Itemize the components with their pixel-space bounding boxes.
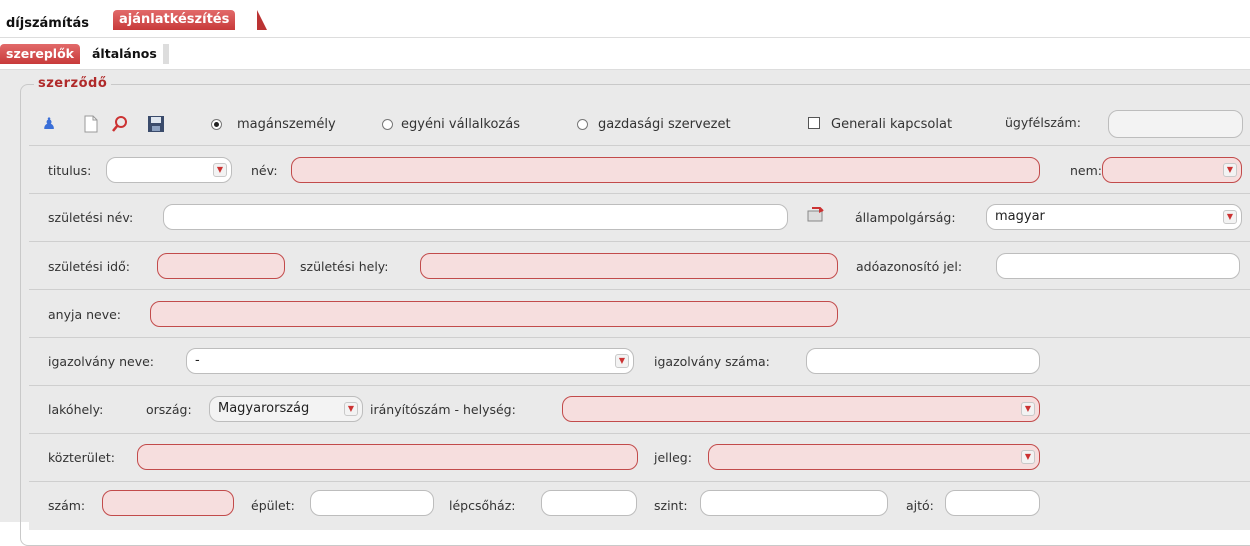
titulus-select[interactable]: ▼ xyxy=(106,157,232,183)
copy-name-icon[interactable] xyxy=(806,205,824,223)
client-id-label: ügyfélszám: xyxy=(1005,115,1081,130)
tab-szereplok[interactable]: szereplők xyxy=(0,44,80,64)
lakohely-label: lakóhely: xyxy=(48,402,104,417)
radio-egyeni-vallalkozas-label: egyéni vállalkozás xyxy=(401,117,520,132)
radio-egyeni-vallalkozas[interactable] xyxy=(382,119,393,130)
igazolvany-szama-input[interactable] xyxy=(806,348,1040,374)
tab-ajanlatkeszites[interactable]: ajánlatkészítés xyxy=(113,10,236,30)
people-icon[interactable]: ♟ xyxy=(40,115,58,133)
orszag-label: ország: xyxy=(146,402,192,417)
szuletesi-hely-input[interactable] xyxy=(420,253,838,279)
titulus-label: titulus: xyxy=(48,163,92,178)
chevron-down-icon: ▼ xyxy=(344,402,358,416)
nev-label: név: xyxy=(251,163,278,178)
allampolgarsag-label: állampolgárság: xyxy=(855,210,956,225)
szint-input[interactable] xyxy=(700,490,888,516)
main-tab-bar: díjszámítás ajánlatkészítés xyxy=(0,0,1250,38)
lepcsohaz-input[interactable] xyxy=(541,490,637,516)
jelleg-label: jelleg: xyxy=(654,450,692,465)
szuletesi-ido-input[interactable] xyxy=(157,253,285,279)
radio-gazdasagi-szervezet[interactable] xyxy=(577,119,588,130)
ajto-label: ajtó: xyxy=(906,498,934,513)
szuletesi-ido-label: születési idő: xyxy=(48,259,130,274)
radio-maganszemely[interactable] xyxy=(211,119,222,130)
iranyitoszam-select[interactable]: ▼ xyxy=(562,396,1040,422)
chevron-down-icon: ▼ xyxy=(1021,402,1035,416)
chevron-down-icon: ▼ xyxy=(1021,450,1035,464)
tab-dijszamitas[interactable]: díjszámítás xyxy=(0,14,96,34)
adoazonosito-label: adóazonosító jel: xyxy=(856,259,963,274)
sub-tab-bar: szereplők általános xyxy=(0,38,1250,70)
anyja-neve-label: anyja neve: xyxy=(48,307,121,322)
nev-input[interactable] xyxy=(291,157,1040,183)
radio-maganszemely-label: magánszemély xyxy=(237,117,336,132)
szam-label: szám: xyxy=(48,498,86,513)
szam-input[interactable] xyxy=(102,490,234,516)
ajto-input[interactable] xyxy=(945,490,1040,516)
chevron-down-icon: ▼ xyxy=(615,354,629,368)
radio-gazdasagi-szervezet-label: gazdasági szervezet xyxy=(598,117,731,132)
epulet-label: épület: xyxy=(251,498,295,513)
jelleg-select[interactable]: ▼ xyxy=(708,444,1040,470)
epulet-input[interactable] xyxy=(310,490,434,516)
kozterulet-input[interactable] xyxy=(137,444,638,470)
adoazonosito-input[interactable] xyxy=(996,253,1240,279)
save-icon[interactable] xyxy=(147,115,165,133)
chevron-down-icon: ▼ xyxy=(1223,210,1237,224)
igazolvany-szama-label: igazolvány száma: xyxy=(654,354,770,369)
chevron-down-icon: ▼ xyxy=(1223,163,1237,177)
generali-checkbox-label: Generali kapcsolat xyxy=(831,117,953,132)
igazolvany-neve-label: igazolvány neve: xyxy=(48,354,155,369)
tab-altalanos[interactable]: általános xyxy=(86,44,169,64)
szuletesi-nev-label: születési név: xyxy=(48,210,134,225)
chevron-down-icon: ▼ xyxy=(213,163,227,177)
kozterulet-label: közterület: xyxy=(48,450,115,465)
search-icon[interactable] xyxy=(111,115,129,133)
igazolvany-neve-select[interactable]: - ▼ xyxy=(186,348,634,374)
lepcsohaz-label: lépcsőház: xyxy=(449,498,516,513)
new-document-icon[interactable] xyxy=(82,115,100,133)
tab-corner-decor xyxy=(257,10,267,30)
generali-checkbox[interactable] xyxy=(808,117,820,129)
szuletesi-nev-input[interactable] xyxy=(163,204,788,230)
allampolgarsag-select[interactable]: magyar ▼ xyxy=(986,204,1242,230)
orszag-select[interactable]: Magyarország ▼ xyxy=(209,396,363,422)
nem-label: nem: xyxy=(1070,163,1103,178)
section-title: szerződő xyxy=(34,77,112,91)
nem-select[interactable]: ▼ xyxy=(1102,157,1242,183)
anyja-neve-input[interactable] xyxy=(150,301,838,327)
client-id-input[interactable] xyxy=(1108,110,1243,138)
iranyitoszam-label: irányítószám - helység: xyxy=(370,402,516,417)
szuletesi-hely-label: születési hely: xyxy=(300,259,389,274)
szint-label: szint: xyxy=(654,498,688,513)
